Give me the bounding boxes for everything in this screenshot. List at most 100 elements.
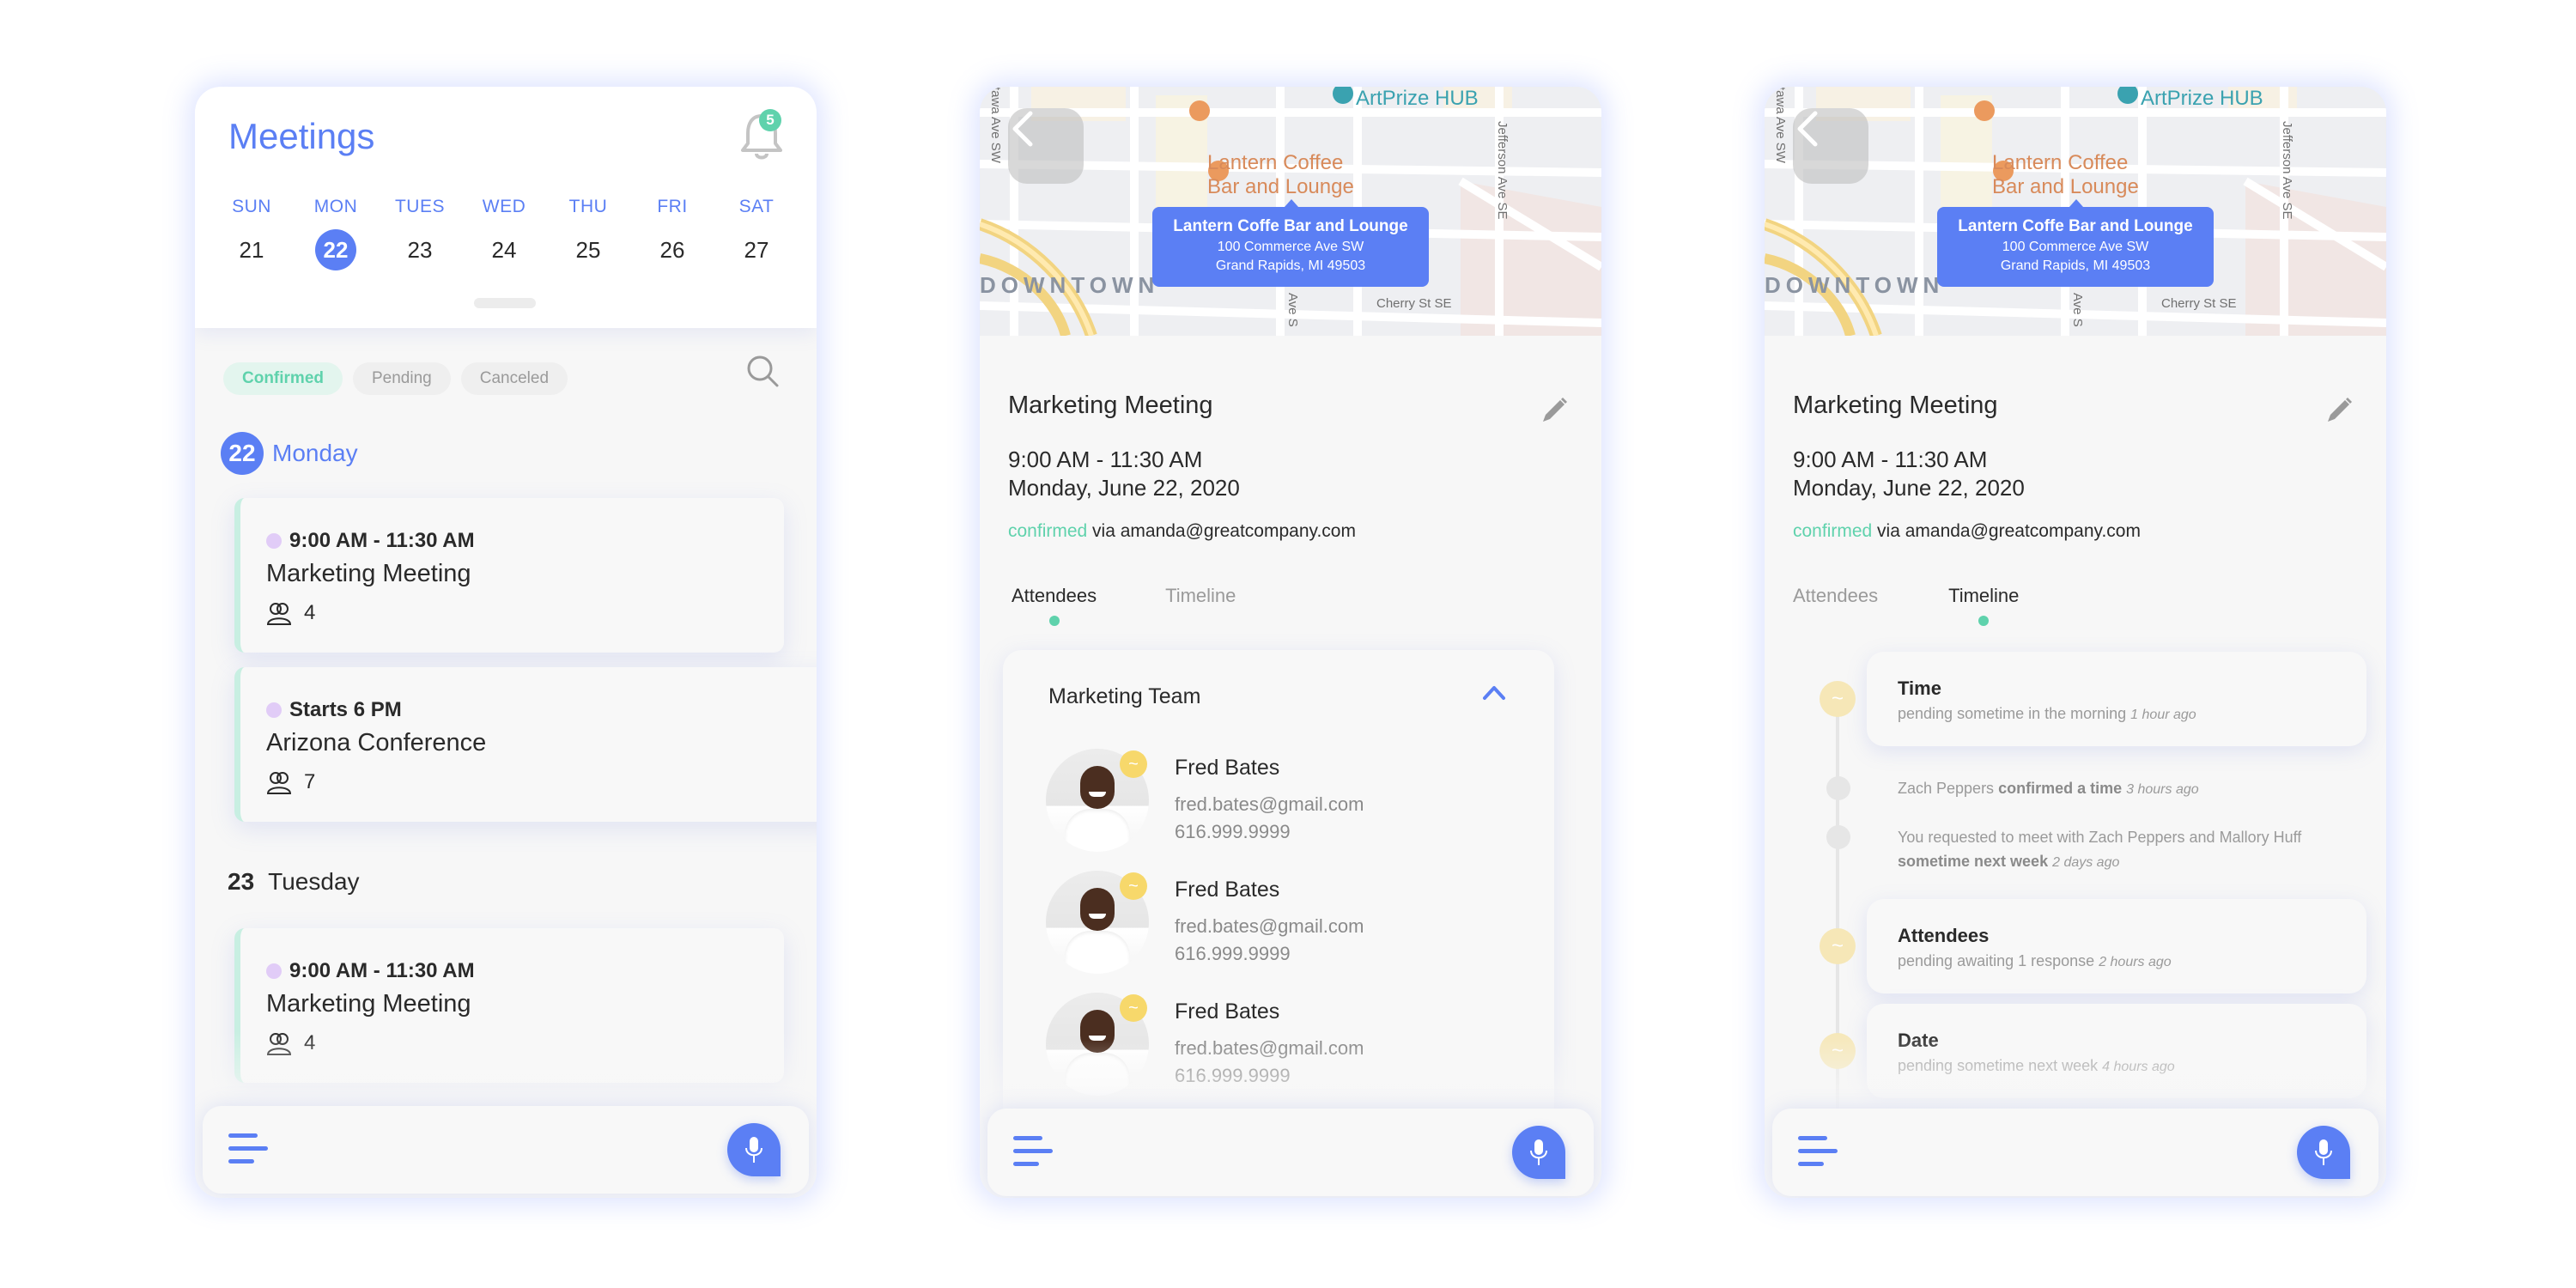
status-badge: confirmed bbox=[1793, 521, 1873, 541]
week-strip: SUN 21 MON 22 TUES 23 WED 24 THU 25 FRI … bbox=[212, 197, 796, 270]
meeting-card[interactable]: Starts 6 PM Arizona Conference 7 bbox=[234, 667, 817, 822]
street-label: Jefferson Ave SE bbox=[2280, 121, 2294, 220]
location-city: Grand Rapids, MI 49503 bbox=[1215, 258, 1366, 273]
event-dot bbox=[266, 533, 282, 549]
bottom-bar bbox=[1772, 1109, 2379, 1196]
drag-handle[interactable] bbox=[474, 298, 536, 308]
filter-confirmed[interactable]: Confirmed bbox=[223, 362, 343, 395]
filter-pending[interactable]: Pending bbox=[353, 362, 451, 395]
day-fri[interactable]: FRI 26 bbox=[633, 197, 712, 270]
status-badge: confirmed bbox=[1008, 521, 1088, 541]
attendee-count: 4 bbox=[304, 601, 316, 624]
poi-label-line: Lantern Coffee bbox=[1992, 151, 2129, 174]
timeline-status-text: pending sometime in the morning bbox=[1898, 705, 2127, 722]
district-label: DOWNTOWN bbox=[980, 272, 1160, 298]
attendee-name: Fred Bates bbox=[1175, 999, 1280, 1024]
timeline-card[interactable]: Time pending sometime in the morning 1 h… bbox=[1867, 652, 2366, 746]
voice-button[interactable] bbox=[2297, 1126, 2350, 1179]
meeting-detail-timeline-screen: tawa Ave SW ArtPrize HUB Lantern Coffee B… bbox=[1765, 87, 2386, 1198]
meeting-datetime: 9:00 AM - 11:30 AM Monday, June 22, 2020 bbox=[1793, 446, 2025, 502]
timeline-card-text: pending awaiting 1 response 2 hours ago bbox=[1898, 952, 2172, 970]
day-number: 27 bbox=[744, 236, 769, 263]
back-button[interactable] bbox=[1793, 108, 1868, 184]
poi-label-line: Bar and Lounge bbox=[1207, 175, 1354, 198]
day-badge: 22 bbox=[221, 432, 264, 475]
location-address: 100 Commerce Ave SW bbox=[1217, 240, 1364, 254]
search-icon[interactable] bbox=[744, 353, 781, 389]
timeline-note: You requested to meet with Zach Peppers … bbox=[1898, 825, 2379, 875]
menu-icon[interactable] bbox=[1013, 1136, 1053, 1167]
tab-attendees[interactable]: Attendees bbox=[1793, 585, 1878, 607]
team-name: Marketing Team bbox=[1048, 684, 1201, 708]
day-header-monday: 22 Monday bbox=[221, 432, 358, 475]
day-number: 21 bbox=[239, 236, 264, 263]
event-dot bbox=[266, 963, 282, 979]
meeting-title: Marketing Meeting bbox=[266, 560, 471, 587]
meeting-date: Monday, June 22, 2020 bbox=[1793, 475, 2025, 501]
day-tue[interactable]: TUES 23 bbox=[380, 197, 459, 270]
timeline-card-title: Time bbox=[1898, 677, 1941, 699]
tab-attendees[interactable]: Attendees bbox=[1012, 585, 1097, 626]
attendee-row[interactable]: ~ Fred Bates fred.bates@gmail.com 616.99… bbox=[1046, 871, 1527, 974]
back-button[interactable] bbox=[1008, 108, 1084, 184]
tab-timeline[interactable]: Timeline bbox=[1948, 585, 2019, 626]
pencil-icon[interactable] bbox=[1540, 396, 1569, 425]
meeting-time-row: 9:00 AM - 11:30 AM bbox=[266, 529, 475, 553]
poi-label: Lantern Coffee Bar and Lounge bbox=[1207, 151, 1354, 199]
pencil-icon[interactable] bbox=[2324, 396, 2354, 425]
attendee-email: fred.bates@gmail.com bbox=[1175, 915, 1364, 937]
chevron-up-icon[interactable] bbox=[1481, 683, 1507, 702]
menu-icon[interactable] bbox=[1798, 1136, 1838, 1167]
street-label: tawa Ave SW bbox=[1773, 87, 1788, 163]
street-label: Cherry St SE bbox=[1376, 296, 1452, 311]
meeting-title: Marketing Meeting bbox=[1008, 392, 1213, 419]
chevron-left-icon bbox=[1797, 111, 1818, 147]
status-filters: Confirmed Pending Canceled bbox=[223, 362, 568, 395]
meeting-time: 9:00 AM - 11:30 AM bbox=[1793, 447, 1988, 472]
attendee-phone: 616.999.9999 bbox=[1175, 943, 1291, 964]
timeline-dot bbox=[1826, 776, 1850, 800]
day-mon[interactable]: MON 22 bbox=[296, 197, 375, 270]
microphone-icon bbox=[1530, 1139, 1547, 1165]
day-name: WED bbox=[482, 197, 526, 216]
day-number-selected: 22 bbox=[315, 229, 356, 270]
day-wed[interactable]: WED 24 bbox=[465, 197, 544, 270]
day-thu[interactable]: THU 25 bbox=[549, 197, 628, 270]
voice-button[interactable] bbox=[1512, 1126, 1565, 1179]
tab-timeline[interactable]: Timeline bbox=[1165, 585, 1236, 607]
street-label: Ave S bbox=[2070, 293, 2085, 327]
attendee-row[interactable]: ~ Fred Bates fred.bates@gmail.com 616.99… bbox=[1046, 749, 1527, 852]
bottom-bar bbox=[987, 1109, 1594, 1196]
meeting-title: Marketing Meeting bbox=[266, 990, 471, 1018]
filter-canceled[interactable]: Canceled bbox=[460, 362, 568, 395]
meeting-card[interactable]: 9:00 AM - 11:30 AM Marketing Meeting 4 bbox=[234, 498, 784, 653]
meeting-time-row: 9:00 AM - 11:30 AM bbox=[266, 959, 475, 983]
day-name: SAT bbox=[738, 197, 775, 216]
meeting-datetime: 9:00 AM - 11:30 AM Monday, June 22, 2020 bbox=[1008, 446, 1240, 502]
day-name: FRI bbox=[657, 197, 688, 216]
day-number: 25 bbox=[575, 236, 601, 263]
location-tooltip[interactable]: Lantern Coffe Bar and Lounge 100 Commerc… bbox=[1152, 199, 1429, 287]
timeline-time-ago: 2 days ago bbox=[2052, 855, 2120, 870]
voice-button[interactable] bbox=[727, 1123, 781, 1176]
timeline-card[interactable]: Attendees pending awaiting 1 response 2 … bbox=[1867, 899, 2366, 993]
menu-icon[interactable] bbox=[228, 1133, 268, 1164]
day-sun[interactable]: SUN 21 bbox=[212, 197, 291, 270]
day-label: Tuesday bbox=[268, 868, 360, 895]
poi-label-line: Bar and Lounge bbox=[1992, 175, 2139, 198]
street-label: Ave S bbox=[1285, 293, 1300, 327]
day-name: MON bbox=[313, 197, 358, 216]
day-name: THU bbox=[568, 197, 608, 216]
location-map[interactable]: tawa Ave SW ArtPrize HUB Lantern Coffee B… bbox=[1765, 87, 2386, 336]
day-sat[interactable]: SAT 27 bbox=[717, 197, 796, 270]
timeline-status-text: pending awaiting 1 response bbox=[1898, 952, 2095, 969]
day-name: SUN bbox=[232, 197, 271, 216]
location-map[interactable]: tawa Ave SW ArtPrize HUB Lantern Coffee B… bbox=[980, 87, 1601, 336]
pending-status-icon: ~ bbox=[1120, 750, 1147, 778]
location-tooltip[interactable]: Lantern Coffe Bar and Lounge 100 Commerc… bbox=[1937, 199, 2214, 287]
timeline-note: Zach Peppers confirmed a time 3 hours ag… bbox=[1898, 776, 2379, 802]
day-number: 26 bbox=[659, 236, 685, 263]
day-number: 24 bbox=[491, 236, 517, 263]
attendees-icon bbox=[266, 772, 292, 794]
calendar-header: Meetings 5 SUN 21 MON 22 TUES 23 WED 24 bbox=[195, 87, 817, 328]
